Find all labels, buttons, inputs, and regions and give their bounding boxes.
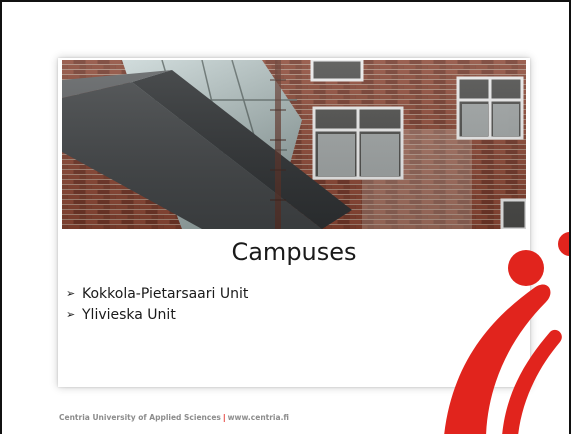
bullet-list: ➢ Kokkola-Pietarsaari Unit ➢ Ylivieska U… xyxy=(66,283,248,325)
footer-organization: Centria University of Applied Sciences xyxy=(59,413,221,422)
presentation-slide: Campuses ➢ Kokkola-Pietarsaari Unit ➢ Yl… xyxy=(0,0,571,434)
campus-photo-illustration xyxy=(62,60,526,229)
footer-separator: | xyxy=(222,413,226,422)
footer-website-link[interactable]: www.centria.fi xyxy=(228,413,289,422)
slide-footer: Centria University of Applied Sciences | w… xyxy=(59,413,289,422)
arrowhead-bullet-icon: ➢ xyxy=(66,287,76,300)
campus-building-photo xyxy=(62,60,526,229)
list-item: ➢ Ylivieska Unit xyxy=(66,304,248,325)
centria-swoosh-logo-icon xyxy=(444,232,569,434)
list-item: ➢ Kokkola-Pietarsaari Unit xyxy=(66,283,248,304)
arrowhead-bullet-icon: ➢ xyxy=(66,308,76,321)
bullet-label: Ylivieska Unit xyxy=(82,306,176,323)
bullet-label: Kokkola-Pietarsaari Unit xyxy=(82,285,249,302)
